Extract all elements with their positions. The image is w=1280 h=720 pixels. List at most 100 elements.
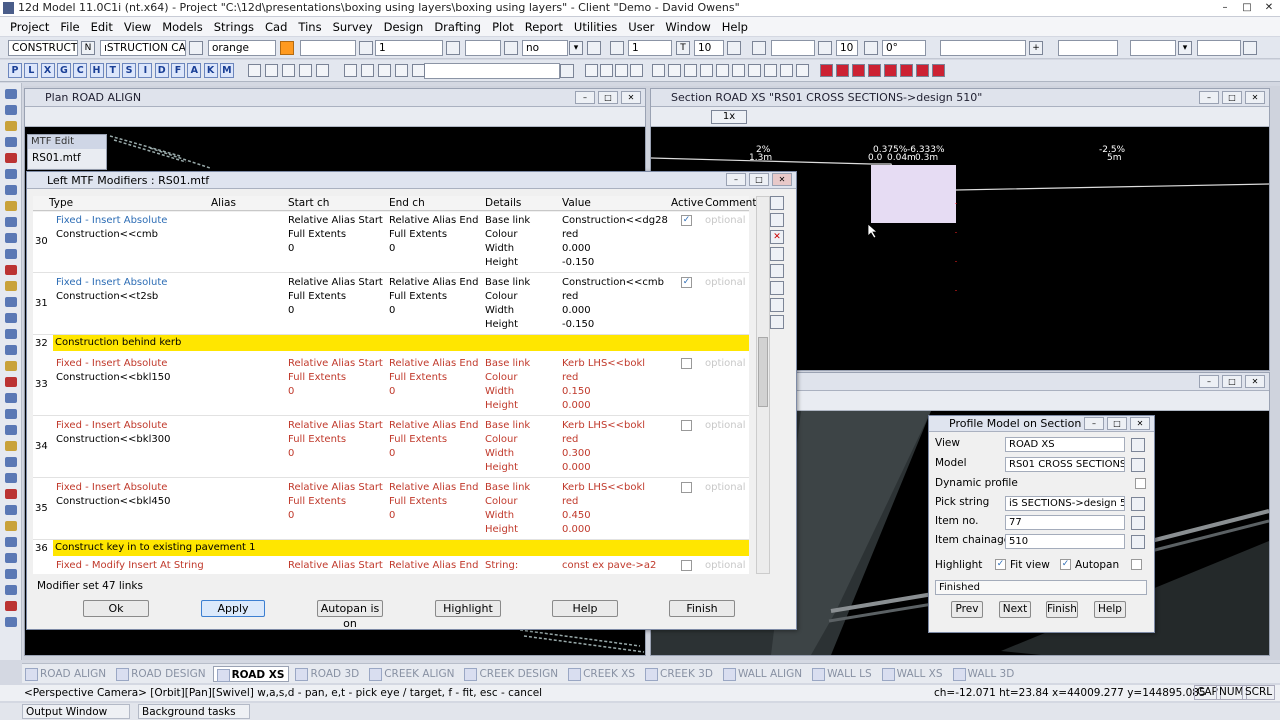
toolbar-tool-icon[interactable] <box>820 64 833 77</box>
menu-survey[interactable]: Survey <box>333 20 373 34</box>
left-tool-icon[interactable] <box>5 89 17 99</box>
window-tab-road-xs[interactable]: ROAD XS <box>212 665 290 682</box>
profile-help-button[interactable]: Help <box>1094 601 1126 618</box>
select-a-button[interactable]: A <box>187 63 202 78</box>
window-tab-creek-design[interactable]: CREEK DESIGN <box>461 666 562 682</box>
toolbar-tool-icon[interactable] <box>395 64 408 77</box>
minimize-icon[interactable]: – <box>575 91 595 104</box>
toolbar-tool-icon[interactable] <box>684 64 697 77</box>
search-field[interactable] <box>424 63 560 79</box>
search-icon[interactable] <box>560 64 574 78</box>
close-icon[interactable]: ✕ <box>1258 0 1280 16</box>
help-button[interactable]: Help <box>552 600 618 617</box>
model-field[interactable]: RS01 CROSS SECTIONS <box>1005 457 1125 472</box>
table-row[interactable]: Fixed - Modify Insert At String Construct… <box>33 557 749 574</box>
select-f-button[interactable]: F <box>171 63 185 78</box>
window-tab-wall-ls[interactable]: WALL LS <box>809 666 876 682</box>
toolbar-tool-icon[interactable] <box>299 64 312 77</box>
close-icon[interactable]: ✕ <box>1130 417 1150 430</box>
left-tool-icon[interactable] <box>5 537 17 547</box>
text-value-field[interactable]: 1 <box>628 40 672 56</box>
menu-plot[interactable]: Plot <box>492 20 514 34</box>
next-button[interactable]: Next <box>999 601 1031 618</box>
left-tool-icon[interactable] <box>5 409 17 419</box>
menu-strings[interactable]: Strings <box>214 20 254 34</box>
menu-tins[interactable]: Tins <box>298 20 321 34</box>
model-pick-icon[interactable] <box>1131 458 1145 472</box>
select-s-button[interactable]: S <box>122 63 137 78</box>
modifier-grid[interactable]: 30 Fixed - Insert Absolute Construction<<c… <box>33 212 749 574</box>
active-checkbox[interactable] <box>681 482 692 493</box>
grid-action-icon[interactable] <box>770 247 784 261</box>
column-header-details[interactable]: Details <box>485 197 521 209</box>
close-icon[interactable]: ✕ <box>772 173 792 186</box>
menu-help[interactable]: Help <box>722 20 748 34</box>
left-tool-icon[interactable] <box>5 377 17 387</box>
select-d-button[interactable]: D <box>154 63 169 78</box>
left-tool-icon[interactable] <box>5 617 17 627</box>
select-g-button[interactable]: G <box>56 63 71 78</box>
active-checkbox[interactable]: ✓ <box>681 215 692 226</box>
grid-action-icon[interactable] <box>770 298 784 312</box>
menu-user[interactable]: User <box>628 20 654 34</box>
menu-utilities[interactable]: Utilities <box>574 20 617 34</box>
pen-icon[interactable] <box>587 41 601 55</box>
menu-report[interactable]: Report <box>525 20 563 34</box>
left-tool-icon[interactable] <box>5 105 17 115</box>
left-tool-icon[interactable] <box>5 601 17 611</box>
left-tool-icon[interactable] <box>5 233 17 243</box>
column-header-start-ch[interactable]: Start ch <box>288 197 329 209</box>
toolbar-tool-icon[interactable] <box>316 64 329 77</box>
grid-action-icon[interactable] <box>770 315 784 329</box>
colour-swatch-icon[interactable] <box>280 41 294 55</box>
autopan-button[interactable]: Autopan is on <box>317 600 383 630</box>
view-pick-icon[interactable] <box>1131 438 1145 452</box>
menu-design[interactable]: Design <box>384 20 424 34</box>
left-tool-icon[interactable] <box>5 489 17 499</box>
active-checkbox[interactable] <box>681 560 692 571</box>
left-tool-icon[interactable] <box>5 137 17 147</box>
toolbar-tool-icon[interactable] <box>852 64 865 77</box>
background-tasks-tab[interactable]: Background tasks <box>138 704 250 719</box>
grid-action-icon[interactable] <box>770 213 784 227</box>
extra-field-4[interactable] <box>1197 40 1241 56</box>
toolbar-tool-icon[interactable] <box>344 64 357 77</box>
extra-field[interactable] <box>940 40 1026 56</box>
profile-dialog[interactable]: Profile Model on Section – □ ✕ View ROAD X… <box>928 415 1155 633</box>
item-no-icon[interactable] <box>1131 516 1145 530</box>
toolbar-tool-icon[interactable] <box>796 64 809 77</box>
menu-drafting[interactable]: Drafting <box>434 20 481 34</box>
rotate-icon[interactable] <box>864 41 878 55</box>
column-header-value[interactable]: Value <box>562 197 591 209</box>
scrollbar-thumb[interactable] <box>758 337 768 407</box>
left-tool-icon[interactable] <box>5 425 17 435</box>
close-icon[interactable]: ✕ <box>1245 91 1265 104</box>
table-row[interactable]: 35 Fixed - Insert Absolute Construction<<b… <box>33 479 749 540</box>
menu-window[interactable]: Window <box>665 20 710 34</box>
toolbar-tool-icon[interactable] <box>916 64 929 77</box>
left-tool-icon[interactable] <box>5 569 17 579</box>
left-tool-icon[interactable] <box>5 201 17 211</box>
menu-view[interactable]: View <box>124 20 151 34</box>
cad-field[interactable]: ıSTRUCTION CAD <box>100 40 186 56</box>
output-window-tab[interactable]: Output Window <box>22 704 130 719</box>
left-tool-icon[interactable] <box>5 249 17 259</box>
left-tool-icon[interactable] <box>5 297 17 307</box>
active-checkbox[interactable]: ✓ <box>681 277 692 288</box>
angle-icon[interactable] <box>610 41 624 55</box>
left-tool-icon[interactable] <box>5 505 17 515</box>
window-tab-wall-align[interactable]: WALL ALIGN <box>720 666 806 682</box>
minimize-icon[interactable]: – <box>726 173 746 186</box>
finish-button[interactable]: Finish <box>669 600 735 617</box>
group-row[interactable]: Construct key in to existing pavement 1 <box>53 540 749 556</box>
menu-project[interactable]: Project <box>10 20 49 34</box>
pick-string-icon[interactable] <box>1131 497 1145 511</box>
item-no-field[interactable]: 77 <box>1005 515 1125 530</box>
extra-field-2[interactable] <box>1058 40 1118 56</box>
extra-field-3[interactable] <box>1130 40 1176 56</box>
ok-button[interactable]: Ok <box>83 600 149 617</box>
window-tab-wall-xs[interactable]: WALL XS <box>879 666 947 682</box>
table-row[interactable]: 31 Fixed - Insert Absolute Construction<<t… <box>33 274 749 335</box>
left-tool-icon[interactable] <box>5 361 17 371</box>
text-icon[interactable]: T <box>676 41 690 55</box>
